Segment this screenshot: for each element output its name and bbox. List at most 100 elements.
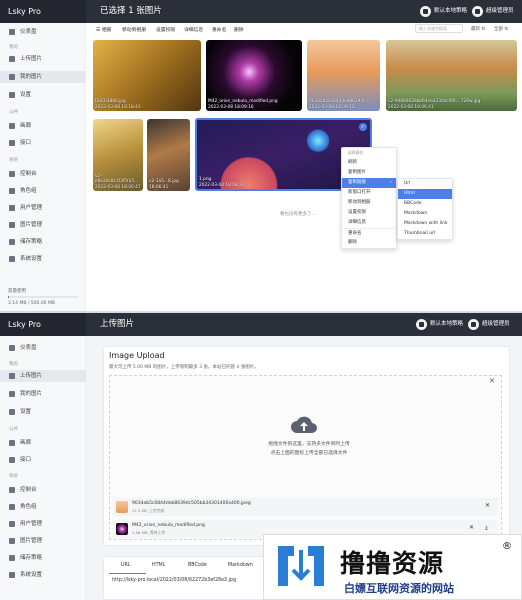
- users-icon: [9, 205, 15, 211]
- images-admin-icon: [9, 222, 15, 228]
- settings-icon: [9, 409, 15, 415]
- sidebar-item-users[interactable]: 用户管理: [0, 202, 86, 214]
- sidebar-item-settings[interactable]: 设置: [0, 406, 86, 418]
- api-icon: [9, 140, 15, 146]
- sidebar-item-roles[interactable]: 角色组: [0, 501, 86, 513]
- system-settings-icon: [9, 256, 15, 262]
- menu-item-copy-image[interactable]: 复制图片: [342, 168, 396, 178]
- strategy-button[interactable]: 默认本地策略: [420, 4, 467, 19]
- upload-icon[interactable]: ⤓: [485, 524, 488, 532]
- menu-item-open-new-window[interactable]: 新窗口打开: [342, 188, 396, 198]
- active-tab-indicator: [109, 573, 146, 574]
- sidebar-item-api[interactable]: 接口: [0, 137, 86, 149]
- sidebar-item-system-settings[interactable]: 系统设置: [0, 569, 86, 581]
- sidebar-item-images-admin[interactable]: 图片管理: [0, 535, 86, 547]
- menu-item-permission[interactable]: 设置权限: [342, 208, 396, 218]
- drop-hint: 点击上面的图标上传全部已选择文件: [270, 451, 348, 456]
- tab-html[interactable]: HTML: [152, 563, 165, 568]
- close-icon[interactable]: ✕: [489, 377, 495, 385]
- gallery-screen: Lsky Pro 已选择 1 张图片 默认本地策略 超级管理员 仪表盘 我的 上…: [0, 0, 522, 312]
- sidebar-item-strategies[interactable]: 储存策略: [0, 552, 86, 564]
- menu-item-move[interactable]: 移动到相册: [342, 198, 396, 208]
- sidebar-item-system-settings[interactable]: 系统设置: [0, 253, 86, 265]
- toolbar-album[interactable]: ☰ 相册: [96, 26, 111, 33]
- sidebar: 仪表盘 我的 上传图片 我的图片 设置 公共 画廊 接口 系统 控制台 角色组 …: [0, 336, 86, 600]
- load-more-text: 要也没有更多了...: [280, 212, 316, 217]
- watermark-slogan: 白嫖互联网资源的网站: [344, 582, 454, 595]
- sidebar-item-strategies[interactable]: 储存策略: [0, 236, 86, 248]
- image-tile[interactable]: M42_orion_nebula_modified.png 2022-03-08 …: [206, 40, 302, 111]
- sidebar-item-console[interactable]: 控制台: [0, 168, 86, 180]
- avatar-icon: [472, 6, 483, 17]
- submenu-item-markdown-link[interactable]: Markdown with link: [398, 219, 452, 229]
- filter-select[interactable]: 全部 ⇅: [494, 26, 508, 32]
- search-input[interactable]: 输入关键字搜索...: [415, 24, 463, 33]
- image-icon: [9, 391, 15, 397]
- sidebar-item-images-admin[interactable]: 图片管理: [0, 219, 86, 231]
- menu-item-rename[interactable]: 重命名: [342, 228, 396, 238]
- image-url[interactable]: http://lsky-pro.local/2022/03/08/62272b3…: [112, 578, 236, 583]
- cloud-upload-icon[interactable]: [291, 413, 317, 435]
- toolbar-move[interactable]: 移动到相册: [122, 26, 146, 33]
- remove-icon[interactable]: ✕: [469, 524, 474, 531]
- tab-url[interactable]: URL: [121, 563, 131, 568]
- sidebar-item-roles[interactable]: 角色组: [0, 185, 86, 197]
- sidebar-section: 公共: [9, 427, 18, 432]
- storage-icon: [9, 555, 15, 561]
- toolbar-permission[interactable]: 设置权限: [156, 26, 175, 33]
- roles-icon: [9, 188, 15, 194]
- submenu-item-bbcode[interactable]: BBCode: [398, 199, 452, 209]
- user-menu-button[interactable]: 超级管理员: [468, 317, 510, 332]
- tab-markdown[interactable]: Markdown: [228, 563, 253, 568]
- storage-value: 3.14 MB / 500.00 MB: [8, 301, 55, 306]
- sidebar-section: 我的: [9, 45, 18, 50]
- storage-icon: [9, 239, 15, 245]
- image-tile[interactable]: v2-1a5...8.jpg 18:06:41: [147, 119, 190, 191]
- image-tile[interactable]: 9034ab5c0844deb8639dc... 2022-03-08 18:09…: [307, 40, 380, 111]
- check-icon[interactable]: ✓: [359, 123, 367, 131]
- strategy-button[interactable]: 默认本地策略: [416, 317, 463, 332]
- page-title: 上传图片: [100, 319, 135, 329]
- submenu-item-html[interactable]: Html: [398, 189, 452, 199]
- sort-select[interactable]: 最新 ⇅: [471, 26, 485, 32]
- sidebar-item-upload[interactable]: 上传图片: [0, 53, 86, 65]
- chevron-right-icon: ›: [390, 180, 392, 185]
- submenu-item-markdown[interactable]: Markdown: [398, 209, 452, 219]
- menu-item-delete[interactable]: 删除: [342, 238, 396, 248]
- sidebar-item-gallery[interactable]: 画廊: [0, 120, 86, 132]
- sidebar-item-console[interactable]: 控制台: [0, 484, 86, 496]
- console-icon: [9, 487, 15, 493]
- brand-logo[interactable]: Lsky Pro: [0, 0, 86, 23]
- image-tile[interactable]: v2-e8e3dc8c1f3f5fa5... 2022-03-08 18:06:4…: [93, 119, 143, 191]
- page-title: 已选择 1 张图片: [100, 6, 162, 16]
- sidebar-item-my-images[interactable]: 我的图片: [0, 71, 86, 83]
- toolbar-delete[interactable]: 删除: [234, 26, 244, 33]
- menu-item-copy-link[interactable]: 复制链接 ›: [342, 178, 396, 188]
- sidebar-item-dashboard[interactable]: 仪表盘: [0, 342, 86, 354]
- tab-bbcode[interactable]: BBCode: [188, 563, 207, 568]
- image-tile[interactable]: DSC03880.jpg 2022-03-08 18:18:43: [93, 40, 201, 111]
- menu-item-refresh[interactable]: 刷新: [342, 158, 396, 168]
- remove-icon[interactable]: ✕: [485, 502, 490, 509]
- avatar-icon: [468, 319, 479, 330]
- submenu-item-url[interactable]: Url: [398, 179, 452, 189]
- card-title: Image Upload: [109, 351, 165, 360]
- image-icon: [9, 74, 15, 80]
- submenu-item-thumbnail[interactable]: Thumbnail url: [398, 229, 452, 239]
- gallery-icon: [9, 440, 15, 446]
- sidebar-item-api[interactable]: 接口: [0, 454, 86, 466]
- upload-icon: [9, 56, 15, 62]
- context-menu-header: 选择操作: [348, 150, 364, 155]
- menu-item-details[interactable]: 详细信息: [342, 218, 396, 228]
- sidebar-item-users[interactable]: 用户管理: [0, 518, 86, 530]
- image-tile[interactable]: v2-9489d628be64ea423cbc0f9... 720w.jpg 20…: [386, 40, 517, 111]
- toolbar-rename[interactable]: 重命名: [212, 26, 226, 33]
- sidebar-item-upload[interactable]: 上传图片: [0, 370, 86, 382]
- sidebar-item-my-images[interactable]: 我的图片: [0, 388, 86, 400]
- sidebar-item-gallery[interactable]: 画廊: [0, 437, 86, 449]
- sidebar-item-settings[interactable]: 设置: [0, 89, 86, 101]
- sidebar-item-dashboard[interactable]: 仪表盘: [0, 26, 86, 38]
- brand-logo[interactable]: Lsky Pro: [0, 313, 86, 336]
- user-menu-button[interactable]: 超级管理员: [472, 4, 514, 19]
- toolbar-details[interactable]: 详细信息: [184, 26, 203, 33]
